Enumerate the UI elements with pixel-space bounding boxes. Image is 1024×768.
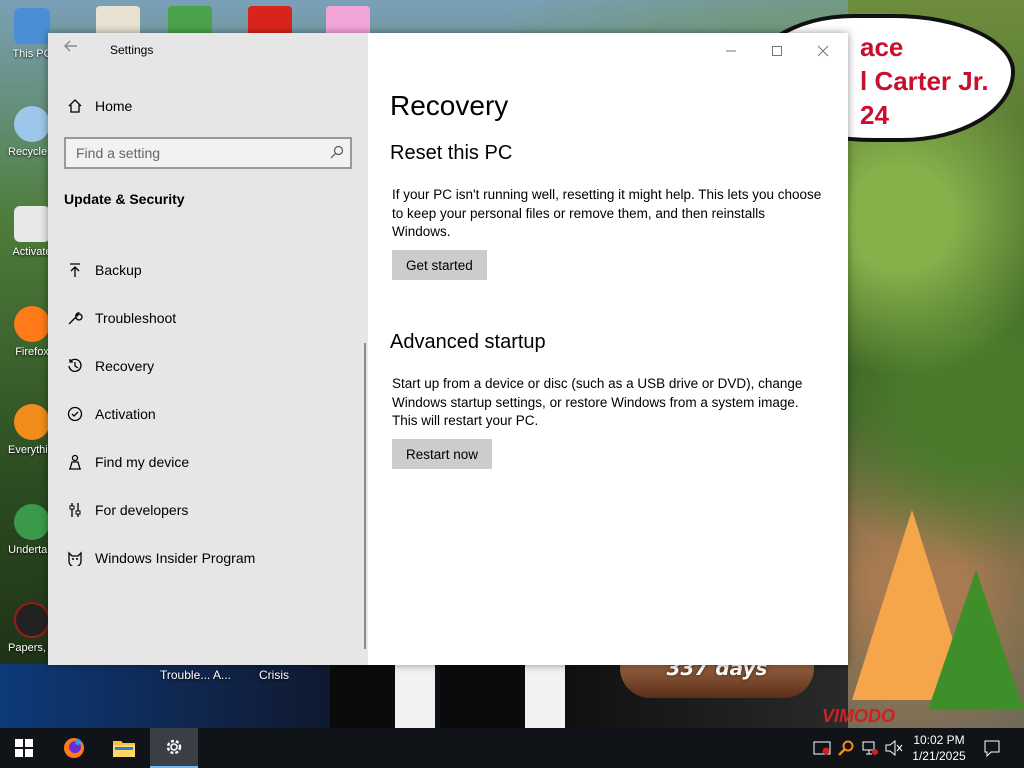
file-icon bbox=[14, 206, 50, 242]
settings-nav-pane: Settings Home Find a setting Update & Se… bbox=[48, 33, 368, 665]
clock[interactable]: 10:02 PM 1/21/2025 bbox=[904, 732, 974, 764]
person-pin-icon bbox=[64, 454, 86, 470]
nav-item-find-my-device[interactable]: Find my device bbox=[48, 442, 368, 482]
nav-item-label: Activation bbox=[95, 406, 156, 422]
recycle-bin-icon bbox=[14, 106, 50, 142]
nav-item-label: For developers bbox=[95, 502, 189, 518]
insider-cat-icon bbox=[64, 550, 86, 566]
desktop-icon-label[interactable]: Crisis bbox=[259, 668, 289, 682]
nav-item-label: Troubleshoot bbox=[95, 310, 177, 326]
settings-window: Settings Home Find a setting Update & Se… bbox=[48, 33, 848, 665]
speech-bubble-text: ace l Carter Jr. 24 bbox=[860, 32, 989, 130]
close-button[interactable] bbox=[800, 39, 846, 63]
nav-item-backup[interactable]: Backup bbox=[48, 250, 368, 290]
wallpaper-text: VIMODO bbox=[822, 706, 896, 726]
check-circle-icon bbox=[64, 406, 86, 422]
firefox-icon bbox=[14, 306, 50, 342]
taskbar-file-explorer[interactable] bbox=[100, 728, 148, 768]
tray-network[interactable] bbox=[860, 738, 880, 758]
wallpaper-figure bbox=[440, 664, 520, 728]
back-button[interactable] bbox=[64, 39, 78, 58]
action-center-icon bbox=[984, 740, 1000, 757]
nav-item-label: Find my device bbox=[95, 454, 190, 470]
taskbar-settings[interactable] bbox=[150, 728, 198, 768]
recovery-history-icon bbox=[64, 358, 86, 374]
maximize-icon bbox=[772, 46, 782, 56]
tray-search-app[interactable] bbox=[836, 738, 856, 758]
settings-content-pane: Recovery Reset this PC If your PC isn't … bbox=[368, 33, 848, 665]
maximize-button[interactable] bbox=[754, 39, 800, 63]
window-title: Settings bbox=[110, 43, 154, 57]
wallpaper-figure bbox=[395, 664, 435, 728]
nav-home-label: Home bbox=[95, 98, 133, 114]
network-icon bbox=[862, 741, 878, 755]
computer-icon bbox=[14, 8, 50, 44]
nav-section-heading: Update & Security bbox=[64, 191, 185, 207]
search-app-icon bbox=[838, 740, 854, 756]
minimize-icon bbox=[726, 50, 736, 52]
reset-pc-description: If your PC isn't running well, resetting… bbox=[392, 187, 822, 239]
magnifier-icon bbox=[14, 404, 50, 440]
firefox-icon bbox=[64, 738, 84, 758]
advanced-startup-description: Start up from a device or disc (such as … bbox=[392, 376, 803, 428]
wrench-icon bbox=[64, 310, 86, 326]
christmas-tree-decoration bbox=[928, 570, 1024, 710]
nav-item-label: Backup bbox=[95, 262, 142, 278]
get-started-button[interactable]: Get started bbox=[392, 250, 487, 280]
nav-item-label: Recovery bbox=[95, 358, 155, 374]
backup-arrow-icon bbox=[64, 262, 86, 278]
close-icon bbox=[817, 45, 829, 57]
volume-muted-icon bbox=[885, 740, 903, 756]
nav-item-windows-insider-program[interactable]: Windows Insider Program bbox=[48, 538, 368, 578]
search-placeholder: Find a setting bbox=[76, 145, 161, 161]
nav-item-troubleshoot[interactable]: Troubleshoot bbox=[48, 298, 368, 338]
nav-scrollbar[interactable] bbox=[364, 343, 366, 649]
nav-home[interactable]: Home bbox=[48, 86, 368, 126]
restart-now-button[interactable]: Restart now bbox=[392, 439, 493, 469]
gear-icon bbox=[166, 739, 182, 755]
wallpaper-figure bbox=[330, 664, 400, 728]
developer-sliders-icon bbox=[64, 502, 86, 518]
folder-icon bbox=[113, 741, 135, 757]
windows-start-icon bbox=[15, 739, 33, 757]
search-input[interactable]: Find a setting bbox=[64, 137, 352, 169]
nav-item-for-developers[interactable]: For developers bbox=[48, 490, 368, 530]
wallpaper-figure bbox=[525, 664, 565, 728]
minimize-button[interactable] bbox=[708, 39, 754, 63]
home-icon bbox=[64, 98, 86, 114]
nav-item-recovery[interactable]: Recovery bbox=[48, 346, 368, 386]
taskbar: 10:02 PM 1/21/2025 bbox=[0, 728, 1024, 768]
nav-item-label: Windows Insider Program bbox=[95, 550, 256, 566]
start-button[interactable] bbox=[0, 728, 48, 768]
reset-pc-heading: Reset this PC bbox=[390, 142, 513, 164]
clock-time: 10:02 PM bbox=[913, 733, 965, 747]
action-center-button[interactable] bbox=[982, 738, 1002, 758]
tray-security[interactable] bbox=[812, 738, 832, 758]
back-arrow-icon bbox=[64, 40, 77, 52]
desktop-icon-label[interactable]: Trouble... A... bbox=[160, 668, 231, 682]
tray-volume[interactable] bbox=[884, 738, 904, 758]
security-icon bbox=[813, 741, 831, 755]
game-icon bbox=[14, 602, 50, 638]
game-icon bbox=[14, 504, 50, 540]
search-icon[interactable] bbox=[330, 145, 344, 164]
clock-date: 1/21/2025 bbox=[912, 749, 966, 763]
taskbar-firefox[interactable] bbox=[50, 728, 98, 768]
nav-item-activation[interactable]: Activation bbox=[48, 394, 368, 434]
advanced-startup-heading: Advanced startup bbox=[390, 331, 546, 353]
page-title: Recovery bbox=[390, 90, 509, 121]
